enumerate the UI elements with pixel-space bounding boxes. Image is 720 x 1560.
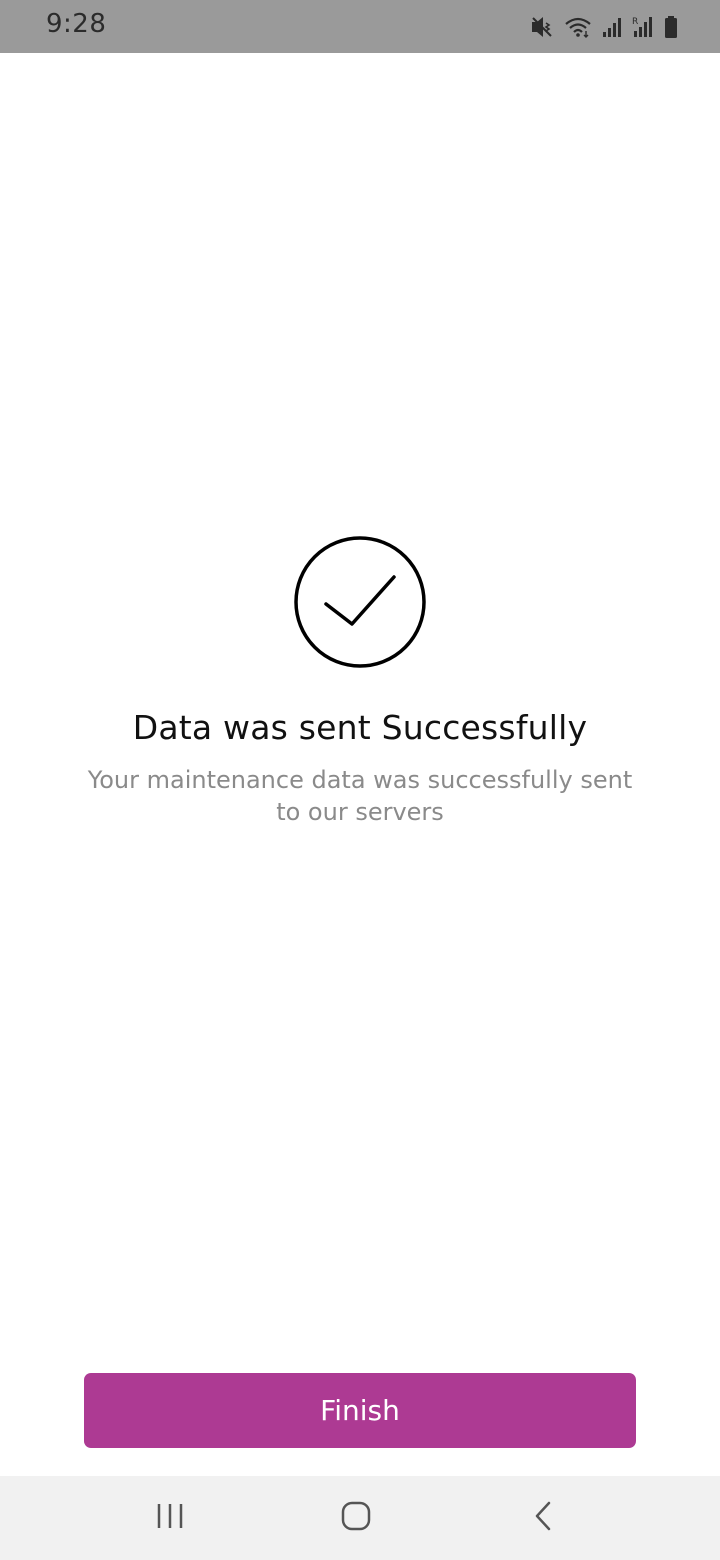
signal-icon [602, 16, 622, 38]
check-circle-icon [293, 535, 427, 669]
status-icons: R [530, 12, 678, 42]
success-message-line2: to our servers [276, 798, 444, 826]
finish-button[interactable]: Finish [84, 1373, 636, 1448]
success-message: Your maintenance data was successfully s… [80, 764, 640, 828]
status-bar: 9:28 R [0, 0, 720, 53]
main-content: Data was sent Successfully Your maintena… [0, 53, 720, 1476]
home-icon [340, 1500, 372, 1536]
svg-text:R: R [632, 17, 638, 27]
navigation-bar [0, 1476, 720, 1560]
status-time: 9:28 [46, 9, 107, 39]
back-icon [533, 1500, 555, 1536]
success-message-line1: Your maintenance data was successfully s… [87, 766, 633, 794]
signal-roaming-icon: R [632, 15, 654, 39]
battery-icon [664, 15, 678, 39]
wifi-icon [564, 15, 592, 39]
success-title: Data was sent Successfully [132, 708, 588, 747]
home-button[interactable] [326, 1498, 386, 1538]
recent-apps-icon [155, 1502, 185, 1534]
back-button[interactable] [514, 1498, 574, 1538]
recent-apps-button[interactable] [140, 1498, 200, 1538]
mute-vibrate-icon [530, 15, 554, 39]
